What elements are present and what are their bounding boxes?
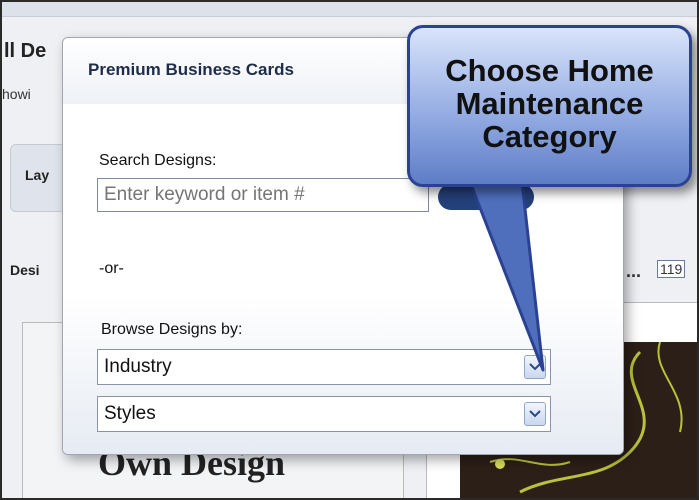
annotation-callout: Choose Home Maintenance Category — [407, 25, 692, 187]
callout-line: Category — [482, 119, 617, 154]
callout-line: Choose Home — [445, 53, 654, 88]
screenshot-frame: ll De howi Lay Desi ... 119 Own Design P… — [0, 0, 699, 500]
callout-text: Choose Home Maintenance Category — [410, 54, 689, 153]
callout-line: Maintenance — [455, 86, 644, 121]
